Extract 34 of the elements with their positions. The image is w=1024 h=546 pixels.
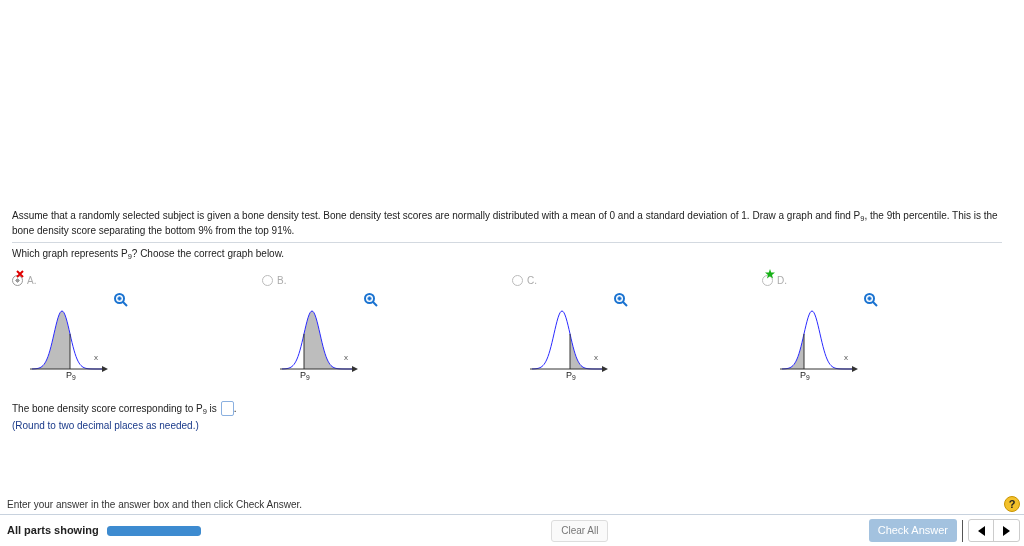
radio-button[interactable] [512, 274, 523, 286]
option-letter: A. [27, 273, 37, 288]
point-label: P$_{9}$ [566, 371, 576, 380]
axis-label: x [594, 354, 598, 362]
point-label: P$_{9}$ [800, 371, 810, 380]
axis-label: x [94, 354, 98, 362]
axis-label: x [344, 354, 348, 362]
instruction-text: Enter your answer in the answer box and then click Check Answer. [7, 497, 303, 512]
zoom-in-icon[interactable] [364, 293, 378, 307]
cut-line [803, 333, 805, 370]
cut-line [569, 333, 571, 370]
period-text: . [233, 402, 237, 416]
parts-label: All parts showing [7, 523, 100, 539]
question-text: Assume that a randomly selected subject is given a bone density test. Bone density test scores are normally distributed with a mean of 0 and a standard deviation of 1. Draw a graph and find P$_{9}$, the 9th percentile. This is the bone density score separating the bottom 9% from the top 91%. [12, 209, 999, 238]
option-letter: C. [527, 273, 537, 288]
option-letter: D. [777, 273, 787, 288]
left-arrow-icon [977, 525, 985, 536]
zoom-in-icon[interactable] [614, 293, 628, 307]
axis-label: x [844, 354, 848, 362]
help-icon[interactable]: ? [1004, 496, 1020, 512]
point-label: P$_{9}$ [300, 371, 310, 380]
answer-sentence: The bone density score corresponding to P$_{9}$ is [12, 402, 217, 416]
point-label: P$_{9}$ [66, 371, 76, 380]
question-prompt: Which graph represents P$_{9}$? Choose the correct graph below. [12, 247, 286, 261]
zoom-in-icon[interactable] [864, 293, 878, 307]
clear-all-button[interactable]: Clear All [551, 519, 609, 542]
cut-line [303, 333, 305, 370]
cut-line [69, 333, 71, 370]
option-letter: B. [277, 273, 287, 288]
zoom-in-icon[interactable] [114, 293, 128, 307]
right-arrow-icon [1003, 525, 1010, 536]
radio-button[interactable] [262, 274, 273, 286]
hint-text: (Round to two decimal places as needed.) [12, 419, 200, 433]
radio-button[interactable] [12, 274, 23, 286]
